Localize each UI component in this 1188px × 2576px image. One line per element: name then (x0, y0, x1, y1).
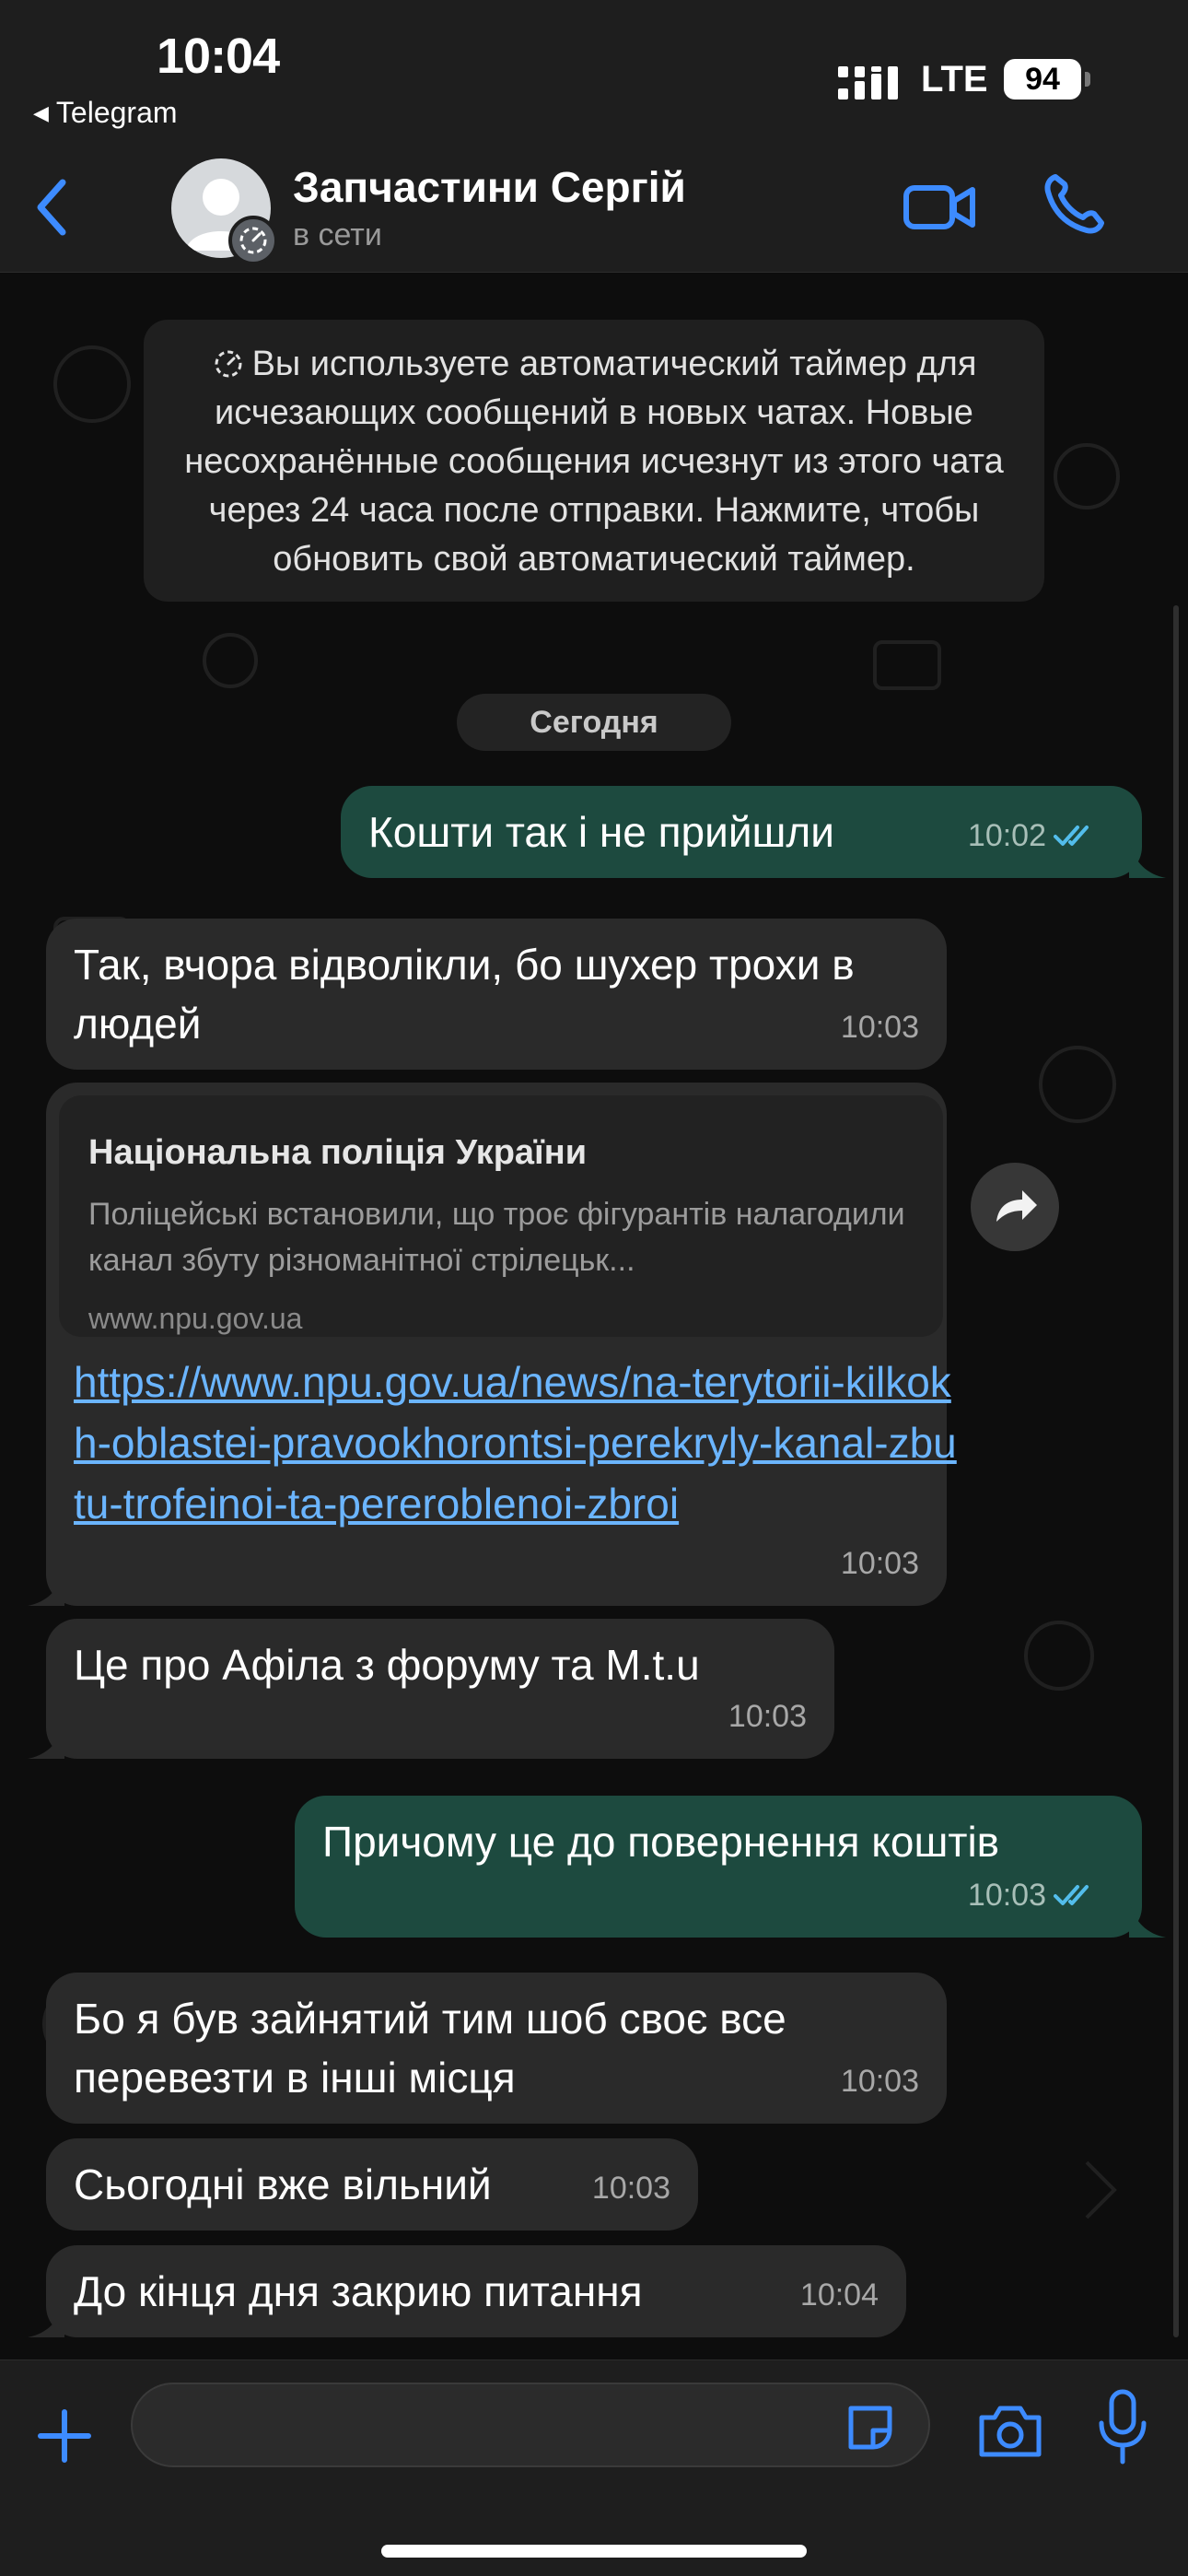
link-preview-title: Національна поліція України (88, 1133, 588, 1172)
chat-header: Запчастини Сергій в сети (0, 138, 1188, 273)
message-link[interactable]: https://www.npu.gov.ua/news/na-terytorii… (74, 1352, 958, 1534)
timer-icon (215, 350, 242, 378)
message-time: 10:03 (967, 1878, 1046, 1913)
battery-tip (1085, 72, 1090, 87)
status-time: 10:04 (157, 29, 280, 84)
attach-plus-icon[interactable] (35, 2406, 94, 2465)
auto-delete-timer-notice[interactable]: Вы используете автоматический таймер для… (144, 320, 1044, 602)
message-meta: 10:03 (968, 1866, 1098, 1925)
message-composer (0, 2359, 1188, 2576)
video-call-icon[interactable] (903, 175, 976, 240)
back-triangle-icon: ◀ (33, 100, 49, 124)
network-type: LTE (921, 59, 988, 100)
bubble-tail (28, 2301, 64, 2337)
bubble-tail (28, 1722, 64, 1759)
message-meta: 10:03 (841, 1534, 919, 1593)
phone-call-icon[interactable] (1041, 171, 1105, 236)
message-time: 10:02 (967, 818, 1046, 853)
forward-button[interactable] (971, 1163, 1059, 1251)
back-to-app-link[interactable]: ◀ Telegram (33, 96, 178, 130)
contact-status: в сети (293, 217, 382, 252)
microphone-icon[interactable] (1096, 2388, 1149, 2465)
message-text: Так, вчора відволікли, бо шухер трохи в … (74, 941, 855, 1048)
back-app-label: Telegram (55, 96, 178, 129)
message-input[interactable] (131, 2383, 930, 2467)
message-meta: 10:03 (841, 2052, 919, 2111)
home-indicator[interactable] (381, 2545, 807, 2558)
incoming-message[interactable]: Бо я був зайнятий тим шоб своє все перев… (46, 1973, 947, 2124)
link-preview-domain: www.npu.gov.ua (88, 1302, 303, 1335)
message-text: Сьогодні вже вільний (74, 2160, 492, 2208)
message-text: Бо я був зайнятий тим шоб своє все перев… (74, 1995, 786, 2102)
read-ticks-icon (1054, 825, 1089, 846)
message-text: До кінця дня закрию питання (74, 2267, 643, 2315)
incoming-link-message[interactable]: Національна поліція України Поліцейські … (46, 1083, 957, 1606)
date-divider: Сегодня (457, 694, 731, 751)
message-time: 10:03 (591, 2171, 670, 2206)
battery-indicator: 94 (1004, 59, 1081, 100)
message-time: 10:03 (840, 1010, 919, 1045)
disappearing-timer-icon (228, 216, 278, 265)
sticker-icon[interactable] (842, 2399, 899, 2456)
forward-arrow-icon (996, 1190, 1037, 1222)
cellular-signal-icon (838, 66, 898, 100)
message-time: 10:03 (840, 1546, 919, 1581)
chat-area[interactable]: Вы используете автоматический таймер для… (0, 274, 1188, 2359)
message-text: Причому це до повернення коштів (322, 1818, 1000, 1866)
message-meta: 10:03 (592, 2159, 670, 2218)
message-meta: 10:03 (841, 998, 919, 1057)
message-meta: 10:02 (968, 806, 1098, 865)
incoming-message[interactable]: Це про Афіла з форуму та M.t.u 10:03 (46, 1619, 834, 1759)
message-meta: 10:04 (800, 2266, 879, 2324)
contact-name[interactable]: Запчастини Сергій (293, 162, 686, 212)
chat-scrollbar[interactable] (1173, 605, 1179, 2337)
bubble-tail (28, 1569, 64, 1606)
outgoing-message[interactable]: Кошти так і не прийшли 10:02 (341, 786, 1142, 878)
status-bar: 10:04 ◀ Telegram LTE 94 (0, 0, 1188, 138)
back-chevron-icon[interactable] (33, 175, 70, 240)
incoming-message[interactable]: Сьогодні вже вільний 10:03 (46, 2138, 698, 2231)
bubble-tail (1129, 1901, 1166, 1938)
link-preview-card[interactable]: Національна поліція України Поліцейські … (59, 1095, 943, 1337)
read-ticks-icon (1054, 1885, 1089, 1905)
incoming-message[interactable]: Так, вчора відволікли, бо шухер трохи в … (46, 919, 947, 1070)
message-time: 10:04 (799, 2277, 879, 2313)
message-time: 10:03 (840, 2064, 919, 2099)
message-text: Це про Афіла з форуму та M.t.u (74, 1641, 700, 1689)
bubble-tail (1129, 841, 1166, 878)
outgoing-message[interactable]: Причому це до повернення коштів 10:03 (295, 1796, 1142, 1938)
link-preview-description: Поліцейські встановили, що троє фігурант… (88, 1197, 905, 1278)
incoming-message[interactable]: До кінця дня закрию питання 10:04 (46, 2245, 906, 2337)
message-time: 10:03 (728, 1699, 807, 1734)
notice-text: Вы используете автоматический таймер для… (184, 345, 1004, 579)
message-meta: 10:03 (728, 1687, 807, 1746)
camera-icon[interactable] (976, 2401, 1044, 2460)
